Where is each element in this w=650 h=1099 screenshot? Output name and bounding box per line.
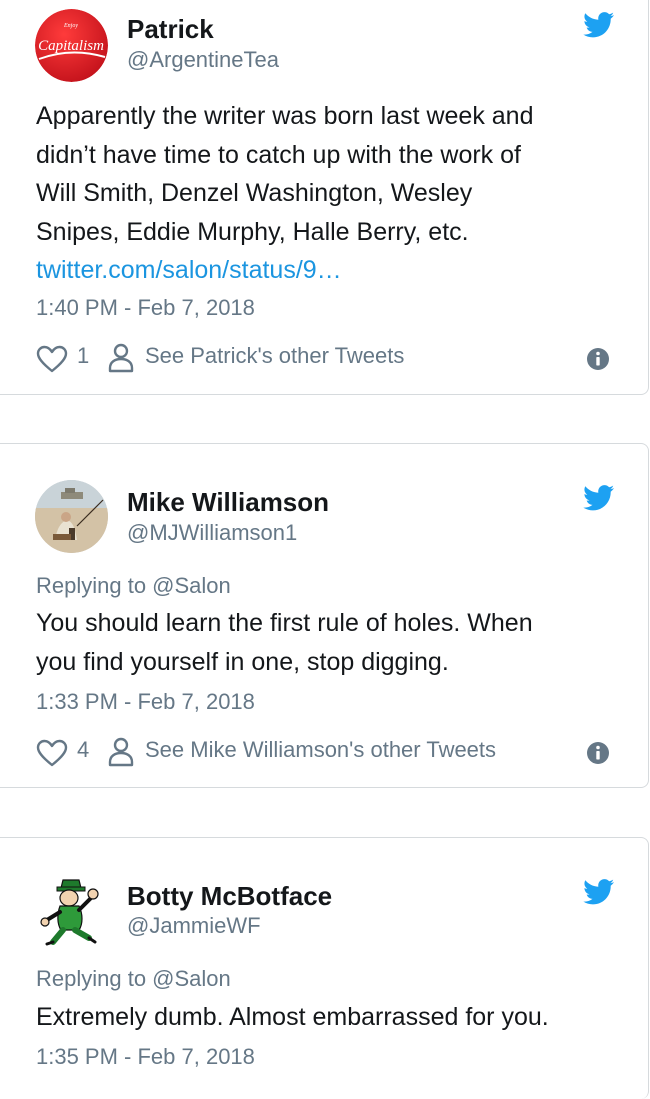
see-other-tweets-link[interactable]: See Mike Williamson's other Tweets — [145, 737, 496, 763]
replying-to[interactable]: Replying to @Salon — [36, 966, 231, 992]
tweet-timestamp[interactable]: 1:40 PM - Feb 7, 2018 — [36, 295, 255, 321]
tweet-text-line: Will Smith, Denzel Washington, Wesley — [36, 179, 473, 207]
twitter-bird-icon[interactable] — [583, 485, 615, 511]
tweet-text: Extremely dumb. Almost embarrassed for y… — [36, 998, 626, 1037]
heart-icon[interactable] — [36, 739, 68, 767]
info-icon[interactable] — [586, 347, 610, 371]
like-count: 1 — [77, 343, 90, 368]
user-name[interactable]: Patrick — [127, 14, 214, 45]
user-name[interactable]: Botty McBotface — [127, 881, 332, 912]
svg-text:Enjoy: Enjoy — [63, 23, 78, 29]
tweet-card[interactable]: Enjoy Capitalism Patrick @ArgentineTea A… — [0, 0, 649, 395]
tweet-text-line: you find yourself in one, stop digging. — [36, 647, 449, 676]
person-icon[interactable] — [108, 737, 134, 767]
user-handle[interactable]: @MJWilliamson1 — [127, 520, 297, 546]
twitter-bird-icon[interactable] — [583, 12, 615, 38]
tweet-link[interactable]: twitter.com/salon/status/9… — [36, 251, 626, 290]
tweet-text-line: Apparently the writer was born last week… — [36, 102, 534, 130]
tweet-actions: 4 See Mike Williamson's other Tweets — [36, 734, 648, 770]
tweet-text-line: Extremely dumb. Almost embarrassed for y… — [36, 1003, 549, 1031]
avatar-text: Capitalism — [38, 38, 104, 54]
twitter-bird-icon[interactable] — [583, 879, 615, 905]
like-count: 4 — [77, 737, 90, 762]
info-icon[interactable] — [586, 741, 610, 765]
tweet-timestamp[interactable]: 1:35 PM - Feb 7, 2018 — [36, 1044, 255, 1070]
tweet-timestamp[interactable]: 1:33 PM - Feb 7, 2018 — [36, 689, 255, 715]
tweet-card[interactable]: Mike Williamson @MJWilliamson1 Replying … — [0, 443, 649, 788]
tweet-text: Apparently the writer was born last week… — [36, 97, 626, 290]
tweet-text-line: didn’t have time to catch up with the wo… — [36, 140, 521, 169]
tweet-card[interactable]: Botty McBotface @JammieWF Replying to @S… — [0, 837, 649, 1099]
avatar[interactable] — [35, 874, 108, 947]
tweet-text: You should learn the first rule of holes… — [36, 604, 626, 681]
user-name[interactable]: Mike Williamson — [127, 487, 329, 518]
person-icon[interactable] — [108, 343, 134, 373]
tweet-text-line: You should learn the first rule of holes… — [36, 609, 533, 637]
tweet-actions: 1 See Patrick's other Tweets — [36, 340, 648, 376]
user-handle[interactable]: @ArgentineTea — [127, 47, 279, 73]
user-handle[interactable]: @JammieWF — [127, 913, 261, 939]
see-other-tweets-link[interactable]: See Patrick's other Tweets — [145, 343, 404, 369]
avatar[interactable]: Enjoy Capitalism — [35, 9, 108, 82]
replying-to[interactable]: Replying to @Salon — [36, 573, 231, 599]
tweet-text-line: Snipes, Eddie Murphy, Halle Berry, etc. — [36, 217, 469, 246]
heart-icon[interactable] — [36, 345, 68, 373]
avatar[interactable] — [35, 480, 108, 553]
